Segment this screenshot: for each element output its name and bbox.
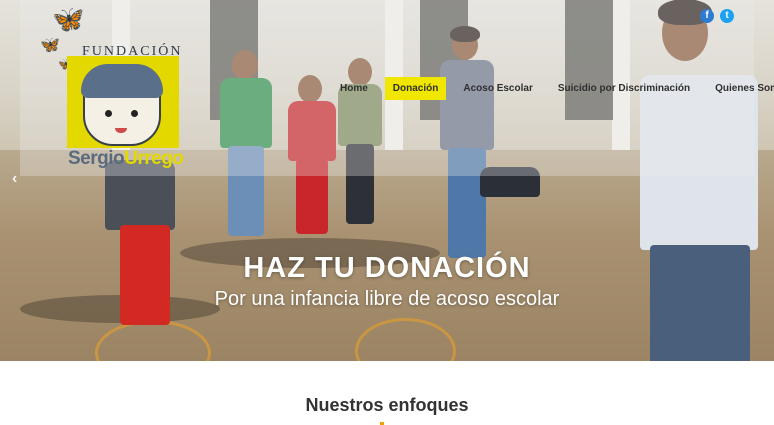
- twitter-icon[interactable]: t: [720, 9, 734, 23]
- logo-name-last: Urrego: [124, 148, 184, 169]
- nav-item-quienes-somos[interactable]: Quienes Somos: [707, 77, 774, 100]
- nav-item-donacion[interactable]: Donación: [384, 76, 447, 100]
- facebook-icon[interactable]: f: [700, 9, 714, 23]
- logo-face-illustration: [81, 64, 163, 146]
- butterfly-icon: 🦋: [40, 37, 60, 54]
- main-nav: Home Donación Acoso Escolar Suicidio por…: [332, 76, 774, 100]
- hero-subtitle: Por una infancia libre de acoso escolar: [214, 288, 560, 310]
- nav-item-home[interactable]: Home: [332, 77, 376, 100]
- logo-portrait: [67, 56, 179, 148]
- hero-title: HAZ TU DONACIÓN: [243, 252, 531, 284]
- logo-name-first: Sergio: [68, 148, 125, 169]
- nav-item-acoso-escolar[interactable]: Acoso Escolar: [455, 77, 540, 100]
- section-title: Nuestros enfoques: [305, 395, 469, 415]
- nav-item-suicidio-por-discriminacion[interactable]: Suicidio por Discriminación: [550, 77, 698, 100]
- brand-logo[interactable]: 🦋 🦋 🦋 FUNDACIÓN SergioUrrego: [38, 6, 188, 174]
- butterfly-icon: 🦋: [52, 4, 85, 34]
- carousel-prev-icon[interactable]: ‹: [12, 170, 17, 188]
- logo-name: SergioUrrego: [68, 148, 184, 170]
